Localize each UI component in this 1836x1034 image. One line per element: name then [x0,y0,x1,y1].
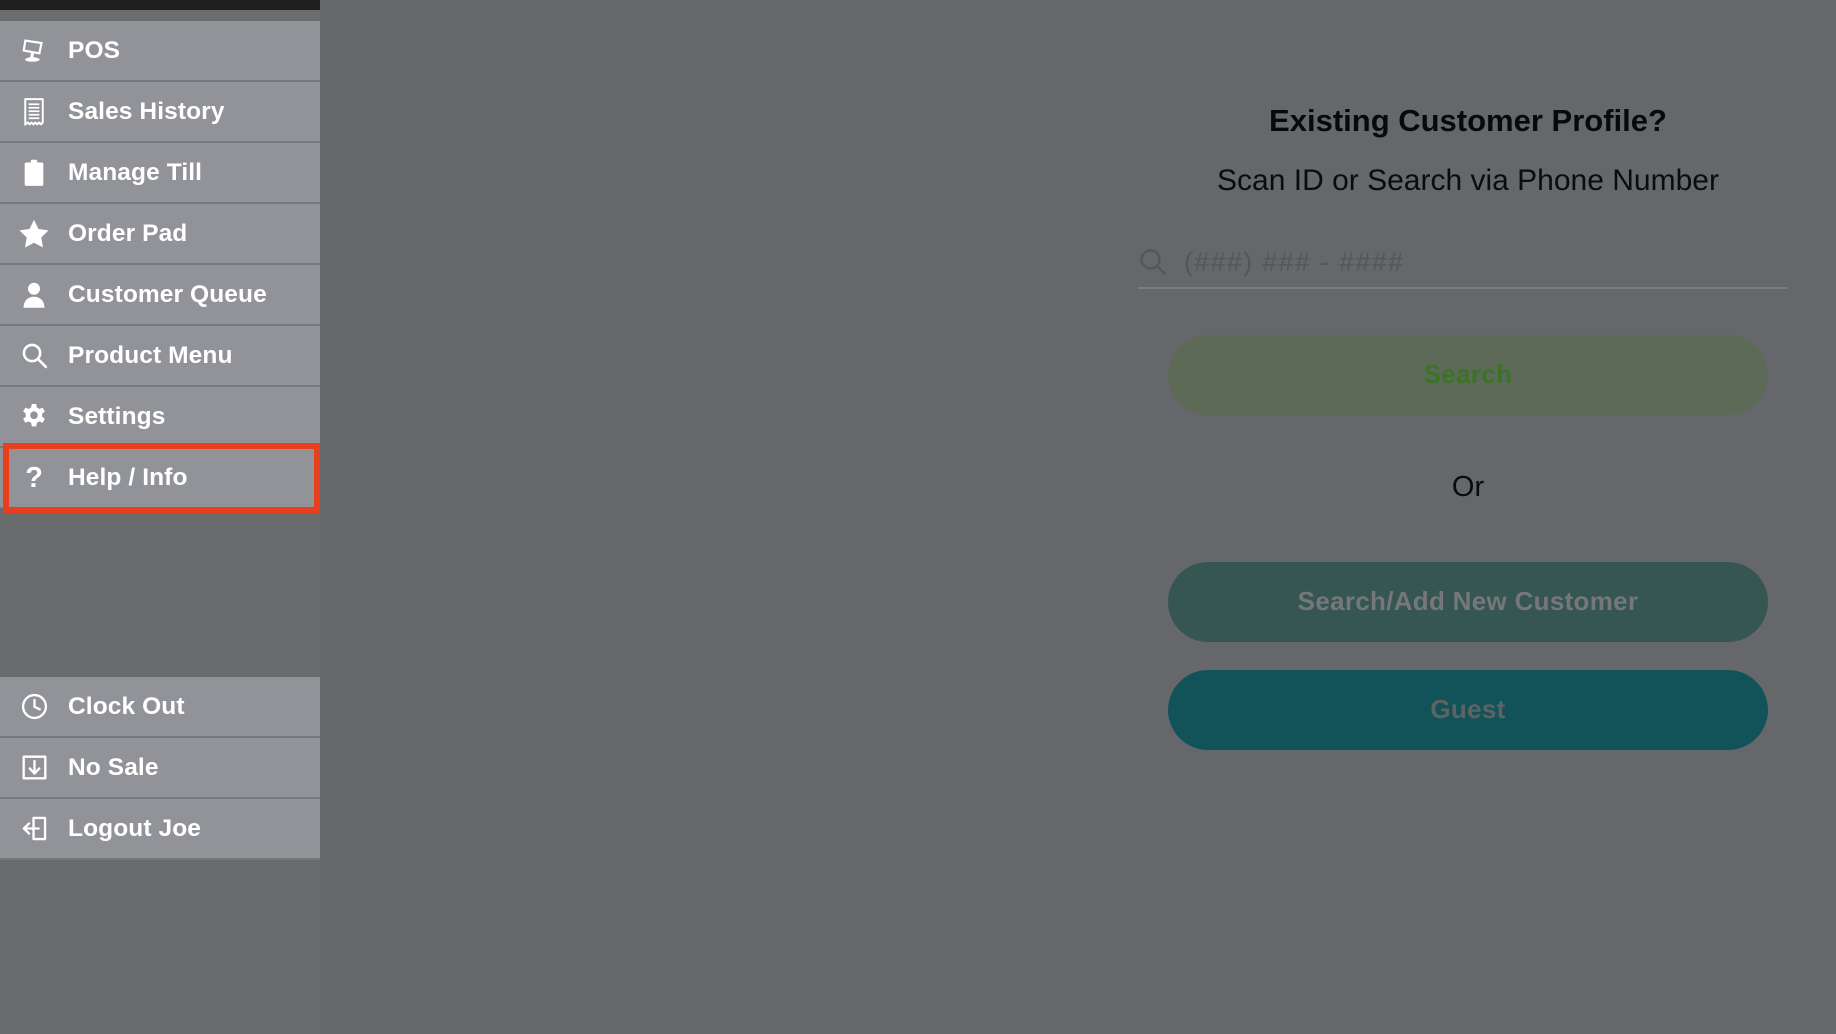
or-divider-label: Or [1451,470,1485,503]
no-sale-drawer-icon [0,754,68,781]
sidebar-bottom-group: Clock Out No Sale Logout Joe [0,677,320,860]
sidebar-item-label: Clock Out [68,692,185,720]
top-grey-strip [0,10,320,21]
sidebar-item-customer-queue[interactable]: Customer Queue [0,265,320,326]
gear-icon [0,403,68,431]
svg-text:?: ? [25,463,43,493]
search-add-new-customer-button[interactable]: Search/Add New Customer [1168,561,1768,642]
receipt-icon [0,97,68,126]
sidebar-item-pos[interactable]: POS [0,21,320,82]
modal-subtitle: Scan ID or Search via Phone Number [1217,164,1719,198]
top-dark-strip [0,0,320,10]
logout-arrow-icon [0,815,68,842]
sidebar-item-label: Product Menu [68,341,233,369]
sidebar-item-label: Logout Joe [68,814,202,842]
customer-profile-modal: Existing Customer Profile? Scan ID or Se… [1128,103,1808,750]
pos-app-window: POS Sales History Manage Till Order Pad … [0,0,1836,1034]
search-button[interactable]: Search [1168,334,1768,415]
sidebar-item-label: POS [68,36,121,64]
search-icon [0,342,68,369]
sidebar-item-logout[interactable]: Logout Joe [0,799,320,860]
sidebar-item-settings[interactable]: Settings [0,387,320,448]
sidebar-item-manage-till[interactable]: Manage Till [0,143,320,204]
phone-search-placeholder: (###) ### - #### [1184,246,1405,277]
modal-overlay: Existing Customer Profile? Scan ID or Se… [320,0,1836,1034]
sidebar-item-label: Manage Till [68,158,203,186]
sidebar-item-product-menu[interactable]: Product Menu [0,326,320,387]
sidebar-item-label: No Sale [68,753,159,781]
sidebar-item-label: Help / Info [68,463,188,491]
guest-button[interactable]: Guest [1168,669,1768,750]
sidebar-item-label: Order Pad [68,219,188,247]
sidebar-item-sales-history[interactable]: Sales History [0,82,320,143]
star-icon [0,219,68,248]
person-icon [0,281,68,309]
modal-title: Existing Customer Profile? [1269,103,1667,138]
clock-icon [0,693,68,720]
sidebar-item-label: Sales History [68,97,225,125]
sidebar-item-clock-out[interactable]: Clock Out [0,677,320,738]
search-icon [1138,247,1184,277]
phone-search-field[interactable]: (###) ### - #### [1138,247,1788,289]
clipboard-icon [0,159,68,187]
sidebar-item-no-sale[interactable]: No Sale [0,738,320,799]
pos-terminal-icon [0,37,68,65]
sidebar-item-label: Settings [68,402,166,430]
sidebar-item-help-info[interactable]: ? Help / Info [0,448,320,509]
sidebar-primary-group: POS Sales History Manage Till Order Pad … [0,21,320,509]
sidebar-item-order-pad[interactable]: Order Pad [0,204,320,265]
sidebar-spacer [0,509,320,677]
question-mark-icon: ? [0,463,68,493]
sidebar-item-label: Customer Queue [68,280,267,308]
sidebar: POS Sales History Manage Till Order Pad … [0,21,320,1034]
